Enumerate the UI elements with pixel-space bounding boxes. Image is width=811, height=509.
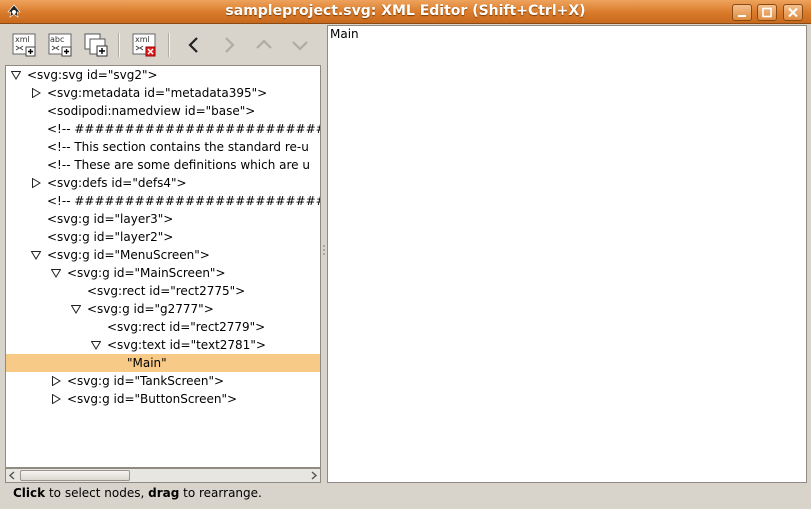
toolbar-separator [168,33,170,57]
tree-node[interactable]: <svg:g id="MainScreen"> [6,264,320,282]
tree-node-label: <svg:g id="layer2"> [47,230,174,244]
tree-node-label: <sodipodi:namedview id="base"> [47,104,256,118]
expander-collapsed-icon[interactable] [31,178,41,188]
tree-node-label: <!-- This section contains the standard … [47,140,309,154]
delete-node-button[interactable]: xml [130,31,158,59]
tree-node[interactable]: <!-- ########################### [6,192,320,210]
xml-node-tree[interactable]: <svg:svg id="svg2"> <svg:metadata id="me… [5,65,321,468]
expander-collapsed-icon[interactable] [51,376,61,386]
minimize-icon [738,15,746,17]
tree-node[interactable]: <svg:g id="layer2"> [6,228,320,246]
scroll-right-icon[interactable] [307,469,320,482]
toolbar-separator [118,33,120,57]
tree-node-label: <svg:g id="layer3"> [47,212,174,226]
tree-node[interactable]: <svg:text id="text2781"> [6,336,320,354]
unindent-node-button[interactable] [180,31,208,59]
tree-node[interactable]: <!-- These are some definitions which ar… [6,156,320,174]
close-icon [788,7,798,18]
tree-node-label: <svg:defs id="defs4"> [47,176,187,190]
tree-node-label: <svg:text id="text2781"> [107,338,266,352]
tree-node-label: <svg:g id="MainScreen"> [67,266,226,280]
pane-splitter-handle[interactable] [322,240,326,260]
tree-node[interactable]: <sodipodi:namedview id="base"> [6,102,320,120]
horizontal-scrollbar[interactable] [5,468,321,483]
expander-expanded-icon[interactable] [71,304,81,314]
status-click: Click [13,486,46,500]
scroll-left-icon[interactable] [6,469,19,482]
tree-node[interactable]: <svg:g id="MenuScreen"> [6,246,320,264]
status-drag: drag [148,486,180,500]
maximize-button[interactable] [757,4,777,21]
minimize-button[interactable] [732,4,752,21]
lower-node-button[interactable] [286,31,314,59]
status-bar: Click to select nodes, drag to rearrange… [13,486,262,500]
delete-node-icon: xml [132,33,156,57]
tree-node-label: <svg:rect id="rect2775"> [87,284,246,298]
tree-node-label: <svg:g id="ButtonScreen"> [67,392,238,406]
tree-node[interactable]: <!-- ########################### [6,120,320,138]
unindent-icon [188,37,198,53]
indent-icon [225,37,235,53]
tree-node[interactable]: <svg:g id="TankScreen"> [6,372,320,390]
tree-node[interactable]: <svg:defs id="defs4"> [6,174,320,192]
scrollbar-thumb[interactable] [20,470,130,481]
tree-node[interactable]: <svg:g id="layer3"> [6,210,320,228]
tree-node-label: <svg:g id="TankScreen"> [67,374,225,388]
node-content-text[interactable]: Main [330,27,359,41]
expander-expanded-icon[interactable] [91,340,101,350]
tree-node-label: <svg:g id="MenuScreen"> [47,248,210,262]
new-element-node-text: xml [15,35,30,44]
tree-node[interactable]: <svg:svg id="svg2"> [6,66,320,84]
delete-node-text: xml [135,35,150,44]
new-text-node-icon: abc [48,33,72,57]
tree-node[interactable]: <!-- This section contains the standard … [6,138,320,156]
status-click-rest: to select nodes, [45,486,149,500]
duplicate-node-button[interactable] [82,31,110,59]
tree-node-selected[interactable]: "Main" [6,354,320,372]
tree-node-label: "Main" [127,356,167,370]
tree-node-label: <!-- ########################### [47,194,320,208]
expander-collapsed-icon[interactable] [31,88,41,98]
new-element-node-button[interactable]: xml [10,31,38,59]
duplicate-node-icon [84,33,108,57]
tree-node[interactable]: <svg:rect id="rect2779"> [6,318,320,336]
tree-node[interactable]: <svg:g id="ButtonScreen"> [6,390,320,408]
new-element-node-icon: xml [12,33,36,57]
tree-node-label: <!-- These are some definitions which ar… [47,158,310,172]
toolbar: xml abc xml [0,25,325,63]
tree-node-label: <!-- ########################### [47,122,320,136]
expander-expanded-icon[interactable] [11,70,21,80]
tree-node-label: <svg:svg id="svg2"> [27,68,158,82]
title-bar[interactable]: sampleproject.svg: XML Editor (Shift+Ctr… [0,0,811,24]
new-text-node-button[interactable]: abc [46,31,74,59]
expander-expanded-icon[interactable] [31,250,41,260]
tree-node[interactable]: <svg:rect id="rect2775"> [6,282,320,300]
tree-node[interactable]: <svg:metadata id="metadata395"> [6,84,320,102]
window-title: sampleproject.svg: XML Editor (Shift+Ctr… [225,3,586,19]
maximize-icon [762,7,772,18]
lower-node-icon [292,41,308,51]
node-content-pane[interactable]: Main [327,25,807,483]
tree-node[interactable]: <svg:g id="g2777"> [6,300,320,318]
expander-collapsed-icon[interactable] [51,394,61,404]
raise-node-icon [256,39,272,49]
status-drag-rest: to rearrange. [179,486,262,500]
new-text-node-text: abc [50,35,64,44]
tree-node-label: <svg:rect id="rect2779"> [107,320,266,334]
expander-expanded-icon[interactable] [51,268,61,278]
tree-node-label: <svg:metadata id="metadata395"> [47,86,268,100]
close-button[interactable] [783,4,803,21]
indent-node-button[interactable] [215,31,243,59]
raise-node-button[interactable] [250,31,278,59]
tree-node-label: <svg:g id="g2777"> [87,302,214,316]
